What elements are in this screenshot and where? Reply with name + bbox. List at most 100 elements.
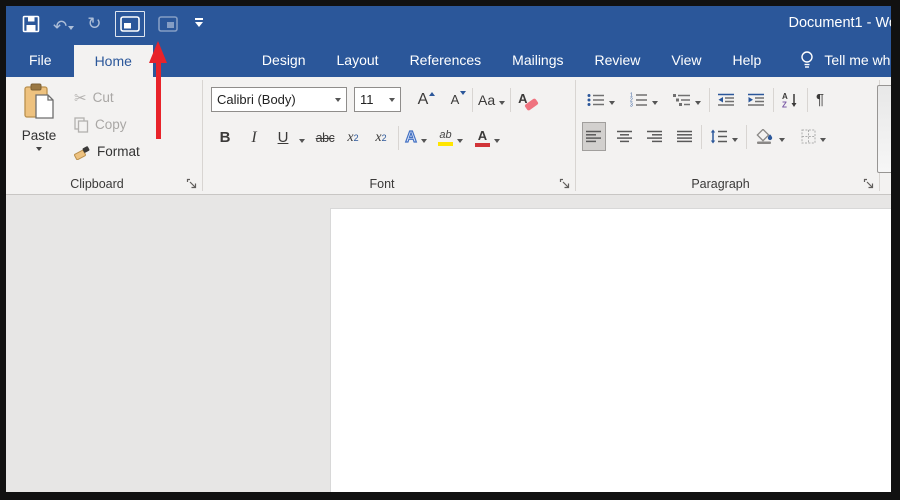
- styles-gallery-partial[interactable]: [877, 85, 891, 173]
- format-painter-label: Format: [97, 144, 140, 159]
- multilevel-list-button[interactable]: [670, 86, 704, 113]
- text-effects-button[interactable]: A: [404, 124, 428, 151]
- decrease-indent-icon: [718, 93, 735, 106]
- redo-button[interactable]: ↻: [87, 11, 101, 37]
- format-painter-button[interactable]: Format: [74, 138, 140, 165]
- paste-button[interactable]: Paste: [16, 83, 62, 154]
- superscript-button[interactable]: x2: [369, 124, 393, 151]
- paste-label: Paste: [16, 128, 62, 143]
- paste-icon: [22, 83, 56, 121]
- font-size-value: 11: [360, 92, 389, 107]
- button-divider: [709, 88, 710, 112]
- justify-icon: [677, 130, 693, 143]
- show-hide-marks-button[interactable]: ¶: [813, 86, 827, 113]
- cut-icon: ✂: [74, 89, 87, 107]
- clipboard-group: Paste ✂ Cut Copy: [6, 77, 202, 194]
- screenshot-frame: ↶ ↻ Document1: [0, 0, 900, 500]
- align-right-icon: [647, 130, 663, 143]
- line-spacing-icon: [710, 129, 728, 144]
- chevron-down-icon: [820, 138, 826, 145]
- ribbon: Paste ✂ Cut Copy: [6, 77, 891, 195]
- chevron-down-icon: [421, 139, 427, 146]
- numbered-list-icon: 1 2 3: [630, 92, 648, 107]
- bold-button[interactable]: B: [213, 124, 237, 151]
- font-color-button[interactable]: A: [475, 124, 500, 151]
- chevron-down-icon: [779, 138, 785, 145]
- font-name-combobox[interactable]: Calibri (Body): [211, 87, 347, 112]
- change-case-button[interactable]: Aa: [478, 86, 505, 113]
- button-divider: [701, 125, 702, 149]
- chevron-down-icon: [732, 138, 738, 145]
- save-button[interactable]: [22, 11, 40, 37]
- clear-formatting-button[interactable]: A: [516, 86, 540, 113]
- tab-help[interactable]: Help: [721, 42, 774, 77]
- clipboard-dialog-launcher-icon[interactable]: [186, 178, 197, 189]
- cut-button[interactable]: ✂ Cut: [74, 84, 140, 111]
- align-left-button[interactable]: [582, 122, 606, 151]
- shrink-font-button[interactable]: A: [443, 86, 467, 113]
- tab-layout[interactable]: Layout: [325, 42, 391, 77]
- paragraph-row-top: 1 2 3: [584, 86, 827, 113]
- tab-home[interactable]: Home: [74, 45, 153, 77]
- touch-mouse-mode-icon: [120, 16, 140, 32]
- underline-button[interactable]: U: [271, 124, 295, 151]
- sort-button[interactable]: A Z: [779, 86, 802, 113]
- tab-gap: [153, 59, 243, 60]
- paragraph-dialog-launcher-icon[interactable]: [863, 178, 874, 189]
- undo-icon: ↶: [53, 17, 67, 37]
- font-group: Calibri (Body) 11 A A Aa: [203, 77, 575, 194]
- tab-mailings[interactable]: Mailings: [500, 42, 575, 77]
- font-row-top: Calibri (Body) 11 A A Aa: [211, 86, 540, 113]
- grow-font-button[interactable]: A: [411, 86, 435, 113]
- undo-button[interactable]: ↶: [53, 11, 74, 37]
- window-title: Document1 - Wo: [788, 15, 891, 31]
- undo-dropdown-chevron-icon[interactable]: [68, 26, 74, 33]
- tab-view[interactable]: View: [659, 42, 713, 77]
- subscript-button[interactable]: x2: [341, 124, 365, 151]
- decrease-indent-button[interactable]: [715, 86, 738, 113]
- tab-review[interactable]: Review: [583, 42, 653, 77]
- numbering-button[interactable]: 1 2 3: [627, 86, 661, 113]
- word-window: ↶ ↻ Document1: [6, 6, 891, 492]
- tab-design[interactable]: Design: [250, 42, 318, 77]
- font-color-icon: A: [475, 129, 490, 147]
- window-mode-button[interactable]: [158, 11, 178, 37]
- bullets-button[interactable]: [584, 86, 618, 113]
- shading-button[interactable]: [752, 123, 788, 150]
- increase-indent-button[interactable]: [745, 86, 768, 113]
- document-page[interactable]: [330, 208, 891, 492]
- text-effects-icon: A: [405, 129, 417, 147]
- tab-references[interactable]: References: [398, 42, 494, 77]
- button-divider: [773, 88, 774, 112]
- clipboard-small-buttons: ✂ Cut Copy Format: [74, 84, 140, 165]
- text-highlight-button[interactable]: ab: [438, 124, 463, 151]
- justify-button[interactable]: [674, 123, 696, 150]
- copy-icon: [74, 117, 89, 133]
- line-spacing-button[interactable]: [707, 123, 741, 150]
- align-left-icon: [586, 130, 602, 143]
- font-row-bottom: B I U abc x2 x2 A ab: [213, 124, 500, 151]
- font-dialog-launcher-icon[interactable]: [559, 178, 570, 189]
- copy-button[interactable]: Copy: [74, 111, 140, 138]
- clipboard-group-label: Clipboard: [6, 177, 188, 191]
- document-area: [6, 195, 891, 492]
- paste-dropdown-chevron-icon[interactable]: [36, 147, 42, 154]
- customize-qat-button[interactable]: [195, 18, 203, 31]
- tab-file[interactable]: File: [17, 42, 64, 77]
- text-highlight-icon: ab: [438, 130, 453, 146]
- align-right-button[interactable]: [644, 123, 666, 150]
- italic-button[interactable]: I: [242, 124, 266, 151]
- tell-me-box[interactable]: Tell me wh: [824, 52, 890, 68]
- quick-access-toolbar: ↶ ↻: [22, 11, 203, 37]
- strikethrough-button[interactable]: abc: [313, 124, 337, 151]
- align-center-button[interactable]: [614, 123, 636, 150]
- grow-font-icon: A: [418, 91, 429, 109]
- format-painter-icon: [74, 144, 91, 160]
- font-size-combobox[interactable]: 11: [354, 87, 401, 112]
- paragraph-row-bottom: [582, 122, 829, 151]
- chevron-down-icon: [494, 139, 500, 146]
- borders-button[interactable]: [798, 123, 829, 150]
- change-case-icon: Aa: [478, 92, 495, 108]
- touch-mouse-mode-button[interactable]: [115, 11, 145, 37]
- underline-dropdown-chevron-icon[interactable]: [299, 139, 305, 146]
